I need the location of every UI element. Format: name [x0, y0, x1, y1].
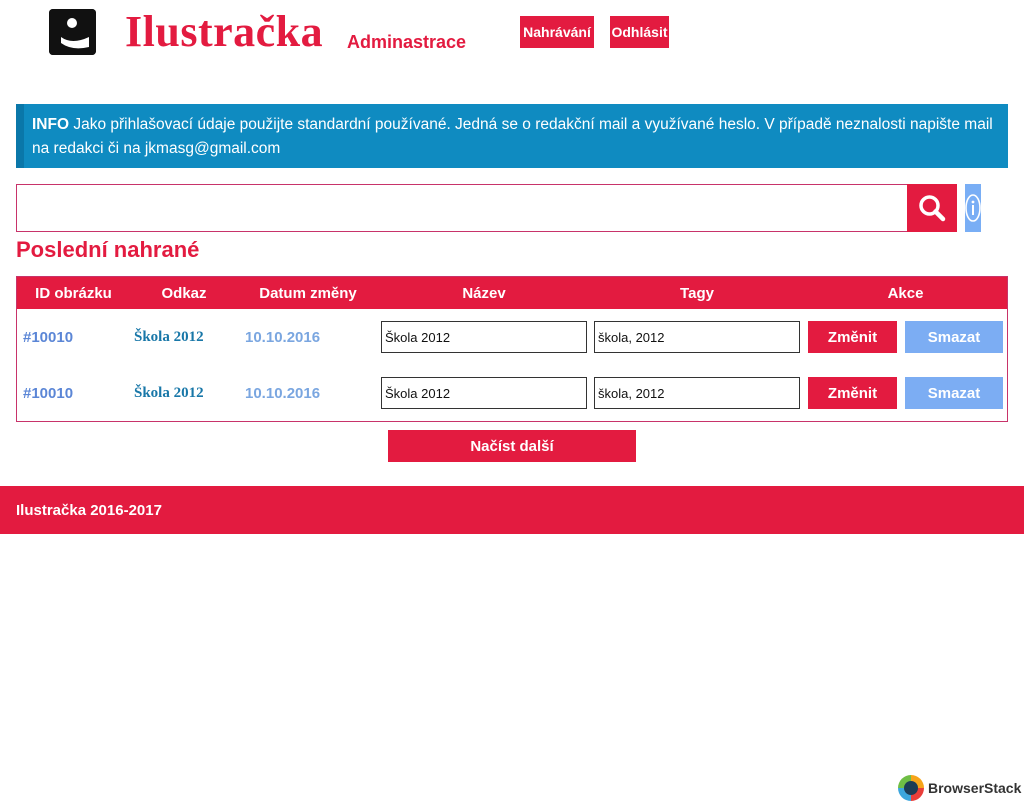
search-bar [16, 184, 957, 232]
load-more-button[interactable]: Načíst další [388, 430, 636, 462]
name-field[interactable] [381, 321, 587, 353]
image-link[interactable]: Škola 2012 [134, 329, 204, 346]
delete-button[interactable]: Smazat [905, 321, 1003, 353]
change-button[interactable]: Změnit [808, 377, 897, 409]
date-cell: 10.10.2016 [245, 309, 320, 365]
column-header-link: Odkaz [161, 284, 207, 302]
tags-cell [594, 309, 800, 365]
date-cell: 10.10.2016 [245, 365, 320, 421]
logo-icon[interactable] [49, 9, 96, 55]
delete-cell: Smazat [905, 365, 1003, 421]
change-cell: Změnit [808, 309, 897, 365]
image-link[interactable]: Škola 2012 [134, 385, 204, 402]
tags-cell [594, 365, 800, 421]
search-icon [919, 195, 946, 222]
column-header-id: ID obrázku [35, 284, 112, 302]
table-row: #10010 Škola 2012 10.10.2016 Změnit Smaz… [17, 309, 1007, 365]
change-cell: Změnit [808, 365, 897, 421]
browserstack-logo-icon [898, 775, 924, 801]
delete-button[interactable]: Smazat [905, 377, 1003, 409]
image-id[interactable]: #10010 [23, 385, 73, 402]
delete-cell: Smazat [905, 309, 1003, 365]
tags-field[interactable] [594, 321, 800, 353]
image-link-cell: Škola 2012 [134, 309, 204, 365]
image-id-link[interactable]: #10010 [23, 309, 73, 365]
brand-title[interactable]: Ilustračka [125, 6, 323, 57]
footer: Ilustračka 2016-2017 [0, 486, 1024, 534]
change-date: 10.10.2016 [245, 384, 321, 402]
uploads-table: ID obrázku Odkaz Datum změny Název Tagy … [16, 276, 1008, 422]
upload-nav-button[interactable]: Nahrávání [520, 16, 594, 48]
name-cell [381, 365, 587, 421]
header: Ilustračka Adminastrace Nahrávání Odhlás… [0, 0, 1024, 70]
column-header-name: Název [462, 284, 506, 302]
search-button[interactable] [907, 184, 957, 232]
search-input[interactable] [16, 184, 908, 232]
info-icon [965, 194, 981, 222]
change-date: 10.10.2016 [245, 328, 321, 346]
change-button[interactable]: Změnit [808, 321, 897, 353]
logout-nav-button[interactable]: Odhlásit [610, 16, 669, 48]
column-header-actions: Akce [887, 284, 924, 302]
info-button[interactable] [965, 184, 981, 232]
name-field[interactable] [381, 377, 587, 409]
table-row: #10010 Škola 2012 10.10.2016 Změnit Smaz… [17, 365, 1007, 421]
info-banner: INFO Jako přihlašovací údaje použijte st… [16, 104, 1008, 168]
tags-field[interactable] [594, 377, 800, 409]
column-header-date: Datum změny [259, 284, 357, 302]
table-header: ID obrázku Odkaz Datum změny Název Tagy … [17, 277, 1007, 309]
info-label: INFO [32, 116, 70, 133]
brand-subtitle: Adminastrace [347, 32, 467, 52]
image-id[interactable]: #10010 [23, 329, 73, 346]
image-link-cell: Škola 2012 [134, 365, 204, 421]
footer-text: Ilustračka 2016-2017 [16, 501, 162, 519]
column-header-tags: Tagy [680, 284, 714, 302]
info-text: Jako přihlašovací údaje použijte standar… [32, 116, 993, 157]
browserstack-text: BrowserStack [928, 780, 1022, 796]
browserstack-watermark: BrowserStack [898, 775, 1021, 801]
section-title: Poslední nahrané [16, 237, 200, 262]
image-id-link[interactable]: #10010 [23, 365, 73, 421]
name-cell [381, 309, 587, 365]
